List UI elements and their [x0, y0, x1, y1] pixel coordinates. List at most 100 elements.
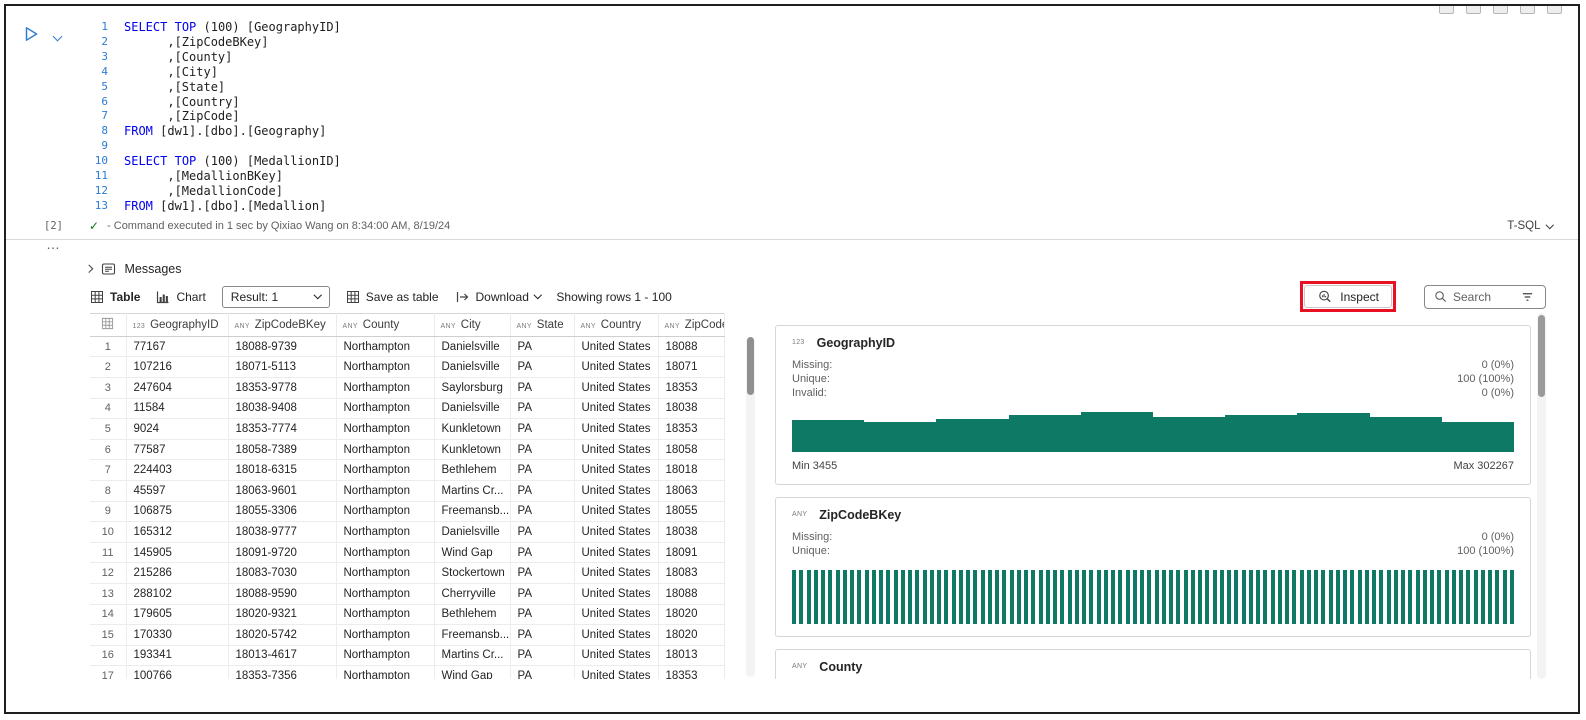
- grid-cell[interactable]: Northampton: [336, 356, 435, 378]
- grid-cell[interactable]: PA: [510, 665, 575, 679]
- grid-cell[interactable]: 18353-7774: [228, 418, 337, 440]
- more-indicator[interactable]: …: [6, 237, 1578, 255]
- grid-cell[interactable]: Northampton: [336, 521, 435, 543]
- grid-cell[interactable]: Danielsville: [434, 356, 511, 378]
- grid-cell[interactable]: United States: [574, 336, 659, 358]
- grid-cell[interactable]: 100766: [126, 665, 229, 679]
- grid-cell[interactable]: Bethlehem: [434, 459, 511, 481]
- grid-cell[interactable]: PA: [510, 604, 575, 626]
- grid-cell[interactable]: 224403: [126, 459, 229, 481]
- grid-cell[interactable]: 18088: [658, 336, 725, 358]
- column-header[interactable]: 123 GeographyID: [126, 312, 229, 337]
- table-view-button[interactable]: Table: [90, 290, 140, 304]
- grid-cell[interactable]: United States: [574, 356, 659, 378]
- grid-cell[interactable]: 18088-9590: [228, 583, 337, 605]
- table-row[interactable]: 5 9024 18353-7774 Northampton Kunkletown PA Un…: [90, 418, 725, 440]
- grid-cell[interactable]: 18020: [658, 624, 725, 646]
- grid-cell[interactable]: PA: [510, 562, 575, 584]
- table-row[interactable]: 3 247604 18353-9778 Northampton Saylorsburg P…: [90, 377, 725, 399]
- grid-cell[interactable]: Northampton: [336, 459, 435, 481]
- table-row[interactable]: 16 193341 18013-4617 Northampton Martins Cr.…: [90, 645, 725, 667]
- table-row[interactable]: 7 224403 18018-6315 Northampton Bethlehem PA U…: [90, 459, 725, 481]
- search-input[interactable]: [1453, 289, 1515, 304]
- table-row[interactable]: 1 77167 18088-9739 Northampton Danielsville P…: [90, 336, 725, 358]
- grid-cell[interactable]: United States: [574, 418, 659, 440]
- grid-cell[interactable]: Northampton: [336, 480, 435, 502]
- grid-cell[interactable]: United States: [574, 459, 659, 481]
- select-all-cell[interactable]: [90, 312, 127, 337]
- grid-cell[interactable]: PA: [510, 336, 575, 358]
- scrollbar-thumb[interactable]: [1538, 314, 1545, 397]
- grid-cell[interactable]: 18353-9778: [228, 377, 337, 399]
- grid-cell[interactable]: 18353: [658, 377, 725, 399]
- table-row[interactable]: 9 106875 18055-3306 Northampton Freemansb...…: [90, 501, 725, 523]
- grid-cell[interactable]: 18038-9777: [228, 521, 337, 543]
- grid-cell[interactable]: Northampton: [336, 645, 435, 667]
- grid-cell[interactable]: 179605: [126, 604, 229, 626]
- column-header[interactable]: ANY County: [336, 312, 435, 337]
- grid-cell[interactable]: United States: [574, 521, 659, 543]
- grid-cell[interactable]: 18071-5113: [228, 356, 337, 378]
- grid-cell[interactable]: United States: [574, 377, 659, 399]
- messages-section-header[interactable]: Messages: [6, 255, 1578, 283]
- grid-cell[interactable]: Northampton: [336, 377, 435, 399]
- grid-cell[interactable]: 18063-9601: [228, 480, 337, 502]
- grid-cell[interactable]: PA: [510, 501, 575, 523]
- grid-cell[interactable]: 18058: [658, 439, 725, 461]
- table-row[interactable]: 12 215286 18083-7030 Northampton Stockertown…: [90, 562, 725, 584]
- grid-cell[interactable]: 18013: [658, 645, 725, 667]
- grid-cell[interactable]: 193341: [126, 645, 229, 667]
- grid-cell[interactable]: 18353: [658, 665, 725, 679]
- grid-cell[interactable]: Bethlehem: [434, 604, 511, 626]
- grid-cell[interactable]: 18038-9408: [228, 398, 337, 420]
- grid-cell[interactable]: Danielsville: [434, 398, 511, 420]
- grid-cell[interactable]: 18018-6315: [228, 459, 337, 481]
- result-selector[interactable]: Result: 1: [221, 285, 330, 308]
- grid-cell[interactable]: 18071: [658, 356, 725, 378]
- grid-cell[interactable]: Northampton: [336, 604, 435, 626]
- grid-cell[interactable]: Northampton: [336, 439, 435, 461]
- grid-cell[interactable]: Wind Gap: [434, 665, 511, 679]
- table-row[interactable]: 10 165312 18038-9777 Northampton Danielsvill…: [90, 521, 725, 543]
- grid-cell[interactable]: Freemansb...: [434, 624, 511, 646]
- grid-cell[interactable]: Kunkletown: [434, 439, 511, 461]
- table-row[interactable]: 6 77587 18058-7389 Northampton Kunkletown PA U…: [90, 439, 725, 461]
- expand-chevron-icon[interactable]: [84, 264, 93, 273]
- grid-cell[interactable]: 18020-5742: [228, 624, 337, 646]
- grid-cell[interactable]: United States: [574, 665, 659, 679]
- grid-cell[interactable]: Northampton: [336, 665, 435, 679]
- grid-cell[interactable]: 18353: [658, 418, 725, 440]
- top-toolbar-icon[interactable]: [1439, 6, 1454, 14]
- grid-cell[interactable]: United States: [574, 439, 659, 461]
- grid-cell[interactable]: 11584: [126, 398, 229, 420]
- grid-cell[interactable]: Northampton: [336, 336, 435, 358]
- grid-cell[interactable]: 215286: [126, 562, 229, 584]
- grid-cell[interactable]: 18055-3306: [228, 501, 337, 523]
- grid-cell[interactable]: 18083: [658, 562, 725, 584]
- table-row[interactable]: 4 11584 18038-9408 Northampton Danielsville P…: [90, 398, 725, 420]
- grid-cell[interactable]: PA: [510, 418, 575, 440]
- grid-cell[interactable]: Martins Cr...: [434, 480, 511, 502]
- grid-cell[interactable]: United States: [574, 480, 659, 502]
- grid-cell[interactable]: PA: [510, 377, 575, 399]
- grid-cell[interactable]: PA: [510, 521, 575, 543]
- grid-cell[interactable]: Wind Gap: [434, 542, 511, 564]
- grid-cell[interactable]: Northampton: [336, 583, 435, 605]
- inspect-button[interactable]: Inspect: [1304, 285, 1392, 309]
- filter-icon[interactable]: [1521, 291, 1534, 303]
- grid-scrollbar[interactable]: [746, 336, 755, 677]
- column-header[interactable]: ANY State: [510, 312, 575, 337]
- grid-cell[interactable]: Saylorsburg: [434, 377, 511, 399]
- column-header[interactable]: ANY City: [434, 312, 511, 337]
- grid-cell[interactable]: Northampton: [336, 542, 435, 564]
- grid-cell[interactable]: PA: [510, 356, 575, 378]
- grid-cell[interactable]: Stockertown: [434, 562, 511, 584]
- grid-cell[interactable]: United States: [574, 645, 659, 667]
- table-row[interactable]: 13 288102 18088-9590 Northampton Cherryville…: [90, 583, 725, 605]
- grid-cell[interactable]: 145905: [126, 542, 229, 564]
- grid-cell[interactable]: United States: [574, 501, 659, 523]
- grid-cell[interactable]: 45597: [126, 480, 229, 502]
- grid-cell[interactable]: 107216: [126, 356, 229, 378]
- grid-cell[interactable]: 18091: [658, 542, 725, 564]
- grid-cell[interactable]: 106875: [126, 501, 229, 523]
